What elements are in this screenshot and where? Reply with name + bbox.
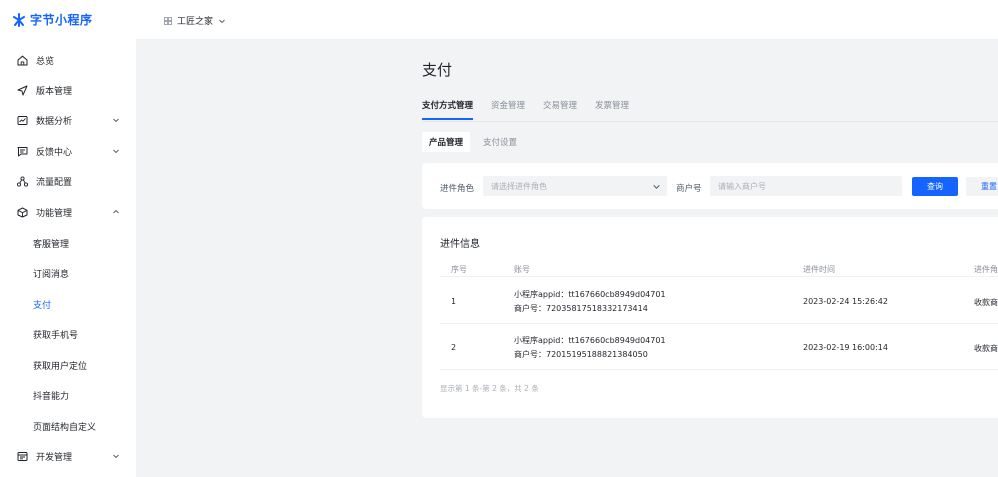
traffic-icon xyxy=(16,175,28,187)
onboarding-table-card: 进件信息 序号 账号 进件时间 进件角 1 小程序appid：tt167660c… xyxy=(422,217,998,418)
table-row[interactable]: 2 小程序appid：tt167660cb8949d04701 商户号：7201… xyxy=(440,324,998,370)
chart-icon xyxy=(16,114,28,126)
grid-icon xyxy=(164,16,172,25)
chevron-down-icon xyxy=(653,185,660,189)
sidebar: 字节小程序 总览 版本管理 数据分析 反馈中心 流量配置 功能管理 客服管理 订… xyxy=(0,0,136,477)
tab-funds[interactable]: 资金管理 xyxy=(491,99,525,120)
sidebar-item-label: 版本管理 xyxy=(36,86,73,97)
merchant-label: 商户号 xyxy=(676,184,702,194)
merchant-placeholder: 请输入商户号 xyxy=(718,181,766,191)
logo[interactable]: 字节小程序 xyxy=(12,11,93,28)
pagination-summary: 显示第 1 条-第 2 条，共 2 条 xyxy=(440,384,539,393)
sidebar-item-data-analysis[interactable]: 数据分析 xyxy=(0,105,136,135)
row-time: 2023-02-19 16:00:14 xyxy=(803,343,888,352)
row-account-appid: 小程序appid：tt167660cb8949d04701 xyxy=(514,336,666,345)
tabs: 支付方式管理 资金管理 交易管理 发票管理 xyxy=(422,99,647,120)
package-icon xyxy=(16,206,28,218)
sidebar-item-label: 流量配置 xyxy=(36,177,73,188)
filter-card: 进件角色 请选择进件角色 商户号 请输入商户号 查询 重置 xyxy=(422,163,998,209)
tab-invoices[interactable]: 发票管理 xyxy=(595,99,629,120)
tabs-divider xyxy=(422,121,998,122)
column-header-role: 进件角 xyxy=(974,265,998,274)
sidebar-item-development[interactable]: 开发管理 xyxy=(0,441,136,471)
logo-icon xyxy=(13,12,25,27)
subtab-product-management[interactable]: 产品管理 xyxy=(422,132,471,152)
row-role: 收款商 xyxy=(974,344,998,353)
sidebar-subitem-subscribe-message[interactable]: 订阅消息 xyxy=(0,258,136,288)
role-select[interactable]: 请选择进件角色 xyxy=(483,176,667,196)
sidebar-subitem-customer-service[interactable]: 客服管理 xyxy=(0,228,136,258)
sidebar-subitem-payment[interactable]: 支付 xyxy=(0,289,136,319)
sidebar-item-label: 反馈中心 xyxy=(36,147,73,158)
row-time: 2023-02-24 15:26:42 xyxy=(803,297,888,306)
message-icon xyxy=(16,145,28,157)
chevron-down-icon xyxy=(219,19,225,23)
section-title: 进件信息 xyxy=(440,239,480,250)
send-icon xyxy=(16,84,28,96)
tab-payment-methods[interactable]: 支付方式管理 xyxy=(422,99,474,120)
sidebar-subitem-douyin-capability[interactable]: 抖音能力 xyxy=(0,380,136,410)
merchant-input[interactable]: 请输入商户号 xyxy=(710,176,902,196)
chevron-down-icon xyxy=(113,149,119,154)
sidebar-item-label: 开发管理 xyxy=(36,452,73,463)
subtabs: 产品管理 支付设置 xyxy=(422,132,524,152)
sidebar-subitem-get-phone[interactable]: 获取手机号 xyxy=(0,319,136,349)
column-header-time: 进件时间 xyxy=(803,265,835,274)
top-bar: 工匠之家 xyxy=(136,0,998,40)
header-divider xyxy=(440,276,998,277)
subtab-payment-settings[interactable]: 支付设置 xyxy=(476,132,524,152)
row-divider xyxy=(440,369,998,370)
row-role: 收款商 xyxy=(974,298,998,307)
chevron-down-icon xyxy=(113,454,119,459)
code-icon xyxy=(16,450,28,462)
sidebar-item-label: 总览 xyxy=(36,56,55,67)
table-row[interactable]: 1 小程序appid：tt167660cb8949d04701 商户号：7203… xyxy=(440,278,998,324)
sidebar-item-traffic[interactable]: 流量配置 xyxy=(0,166,136,196)
sidebar-subitem-get-location[interactable]: 获取用户定位 xyxy=(0,350,136,380)
row-account-merchant: 商户号：72015195188821384050 xyxy=(514,350,648,359)
column-header-account: 账号 xyxy=(514,265,530,274)
query-button[interactable]: 查询 xyxy=(912,177,958,196)
row-account-merchant: 商户号：72035817518332173414 xyxy=(514,304,648,313)
tab-transactions[interactable]: 交易管理 xyxy=(543,99,577,120)
logo-text: 字节小程序 xyxy=(30,13,93,27)
sidebar-item-versions[interactable]: 版本管理 xyxy=(0,75,136,105)
row-index: 1 xyxy=(451,297,457,306)
home-icon xyxy=(16,54,28,66)
sidebar-subitem-page-structure[interactable]: 页面结构自定义 xyxy=(0,411,136,441)
chevron-up-icon xyxy=(113,209,119,214)
sidebar-item-label: 功能管理 xyxy=(36,208,73,219)
workspace-name: 工匠之家 xyxy=(177,17,214,27)
sidebar-item-feedback[interactable]: 反馈中心 xyxy=(0,136,136,166)
column-header-index: 序号 xyxy=(451,265,467,274)
chevron-down-icon xyxy=(113,118,119,123)
sidebar-item-features[interactable]: 功能管理 xyxy=(0,197,136,227)
row-account-appid: 小程序appid：tt167660cb8949d04701 xyxy=(514,290,666,299)
workspace-switcher[interactable]: 工匠之家 xyxy=(164,14,226,27)
reset-button[interactable]: 重置 xyxy=(966,177,998,196)
row-index: 2 xyxy=(451,343,457,352)
sidebar-item-label: 数据分析 xyxy=(36,116,73,127)
page-title: 支付 xyxy=(422,61,453,79)
role-placeholder: 请选择进件角色 xyxy=(491,181,547,191)
sidebar-item-overview[interactable]: 总览 xyxy=(0,45,136,75)
role-label: 进件角色 xyxy=(440,184,475,194)
